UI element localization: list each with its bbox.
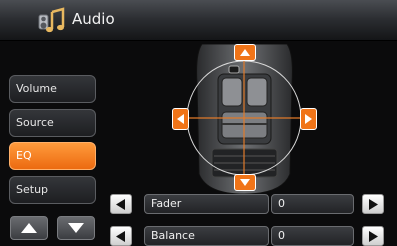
fader-front-button[interactable] (234, 44, 256, 61)
arrow-down-icon (240, 179, 250, 186)
page-down-button[interactable] (57, 216, 95, 240)
sidebar-item-source[interactable]: Source (9, 109, 96, 137)
balance-left-button[interactable] (172, 108, 189, 130)
triangle-left-icon (116, 231, 125, 242)
fader-increase-button[interactable] (362, 194, 384, 214)
arrow-up-icon (240, 49, 250, 56)
sidebar-item-eq[interactable]: EQ (9, 142, 96, 170)
title-bar: Audio (0, 0, 397, 41)
balance-decrease-button[interactable] (110, 226, 132, 246)
page-up-button[interactable] (10, 216, 48, 240)
balance-value: 0 (271, 226, 354, 246)
page-title: Audio (72, 10, 115, 28)
triangle-left-icon (116, 199, 125, 210)
sidebar-item-volume[interactable]: Volume (9, 75, 96, 103)
sidebar-item-setup[interactable]: Setup (9, 176, 96, 204)
speaker-music-icon (36, 7, 68, 35)
triangle-down-icon (68, 223, 84, 233)
fader-value: 0 (271, 194, 354, 214)
balance-right-button[interactable] (300, 108, 317, 130)
triangle-right-icon (369, 231, 378, 242)
fader-rear-button[interactable] (234, 174, 256, 191)
triangle-up-icon (21, 223, 37, 233)
fader-label: Fader (144, 194, 269, 214)
triangle-right-icon (369, 199, 378, 210)
balance-label: Balance (144, 226, 269, 246)
balance-increase-button[interactable] (362, 226, 384, 246)
arrow-right-icon (305, 114, 312, 124)
balance-fader-map[interactable] (172, 43, 317, 195)
arrow-left-icon (177, 114, 184, 124)
fader-decrease-button[interactable] (110, 194, 132, 214)
